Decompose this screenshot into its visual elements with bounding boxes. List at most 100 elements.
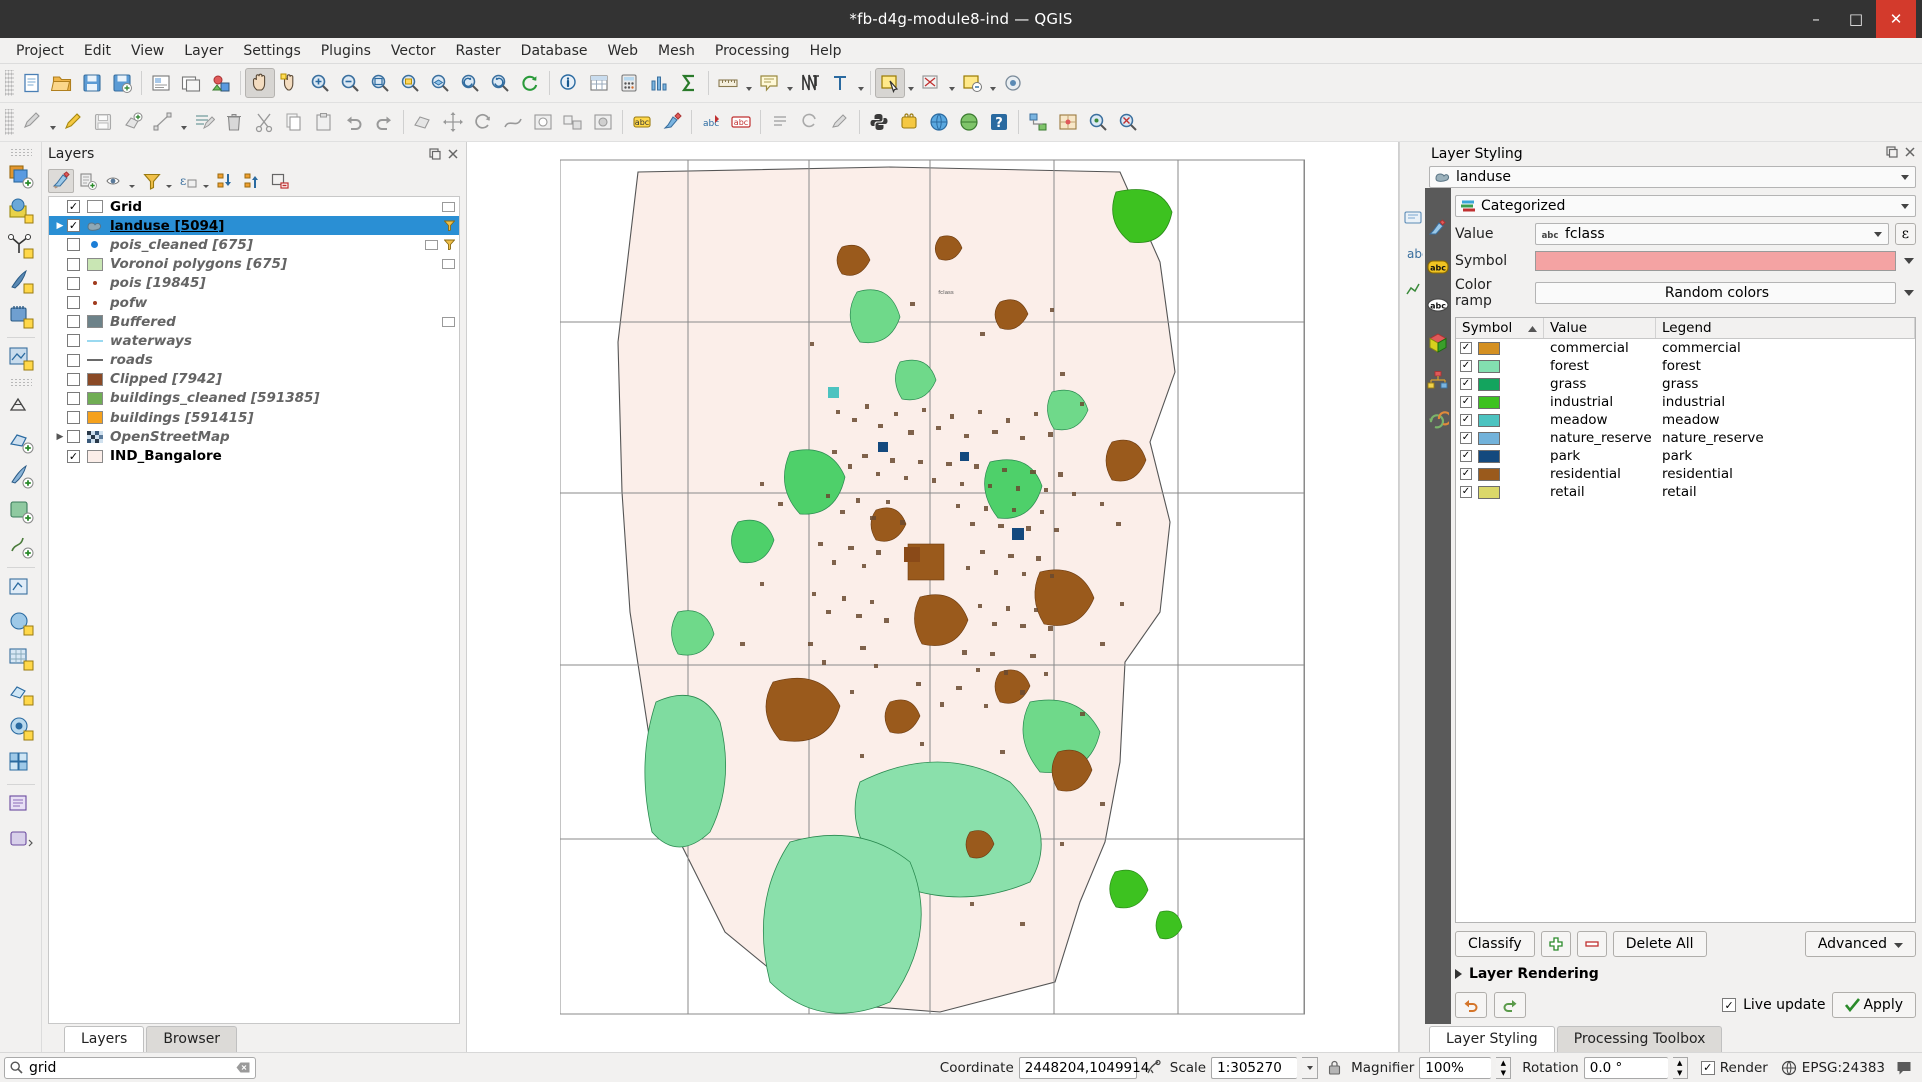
select-expression-caret-icon[interactable] [987,68,998,98]
layer-tree-item[interactable]: Buffered [49,312,459,331]
category-value-cell[interactable]: retail [1544,484,1656,500]
redo-style-button[interactable] [1494,992,1526,1018]
category-value-cell[interactable]: forest [1544,358,1656,374]
add-raster-layer-icon[interactable] [4,194,38,228]
add-delimited-text-layer-icon[interactable] [4,229,38,263]
category-checkbox[interactable]: ✓ [1460,486,1472,498]
paste-features-icon[interactable] [309,107,339,137]
category-value-cell[interactable]: industrial [1544,394,1656,410]
category-value-cell[interactable]: meadow [1544,412,1656,428]
symbol-preview[interactable] [1535,251,1896,271]
add-wfs-layer-icon[interactable] [4,676,38,710]
new-print-layout-icon[interactable] [146,68,176,98]
category-row[interactable]: ✓ meadow meadow [1456,411,1915,429]
category-legend-cell[interactable]: forest [1656,358,1915,374]
measure-line-icon[interactable] [713,68,743,98]
remove-category-button[interactable] [1576,931,1607,957]
layer-tree-item[interactable]: ✓ Grid [49,197,459,216]
metasearch-icon[interactable] [954,107,984,137]
simplify-feature-icon[interactable] [498,107,528,137]
category-legend-cell[interactable]: industrial [1656,394,1915,410]
add-vector-layer-icon[interactable] [4,159,38,193]
category-checkbox[interactable]: ✓ [1460,378,1472,390]
category-row[interactable]: ✓ commercial commercial [1456,339,1915,357]
vtoolbar-grip[interactable] [9,148,32,156]
category-checkbox[interactable]: ✓ [1460,468,1472,480]
text-annotation-icon[interactable] [825,68,855,98]
save-project-as-icon[interactable] [107,68,137,98]
layer-visibility-checkbox[interactable] [67,315,80,329]
layer-visibility-checkbox[interactable] [67,411,80,425]
column-symbol[interactable]: Symbol [1456,318,1544,338]
zoom-in-icon[interactable] [305,68,335,98]
category-color-swatch[interactable] [1478,413,1500,427]
open-attribute-table-icon[interactable] [584,68,614,98]
layer-tree-item[interactable]: waterways [49,331,459,350]
close-styling-panel-icon[interactable] [1904,146,1916,162]
apply-button[interactable]: Apply [1832,992,1916,1018]
masks-icon[interactable]: abc [1427,294,1449,316]
layer-visibility-checkbox[interactable] [67,296,80,310]
add-ring-icon[interactable] [528,107,558,137]
deselect-dropdown-caret-icon[interactable] [946,68,957,98]
rotate-label-icon[interactable] [795,107,825,137]
symbology-icon[interactable] [1427,218,1449,240]
category-row[interactable]: ✓ nature_reserve nature_reserve [1456,429,1915,447]
close-button[interactable]: ✕ [1876,0,1916,38]
color-ramp-caret-icon[interactable] [1902,290,1916,296]
maptips-dropdown-caret-icon[interactable] [784,68,795,98]
menu-project[interactable]: Project [6,40,74,62]
menu-raster[interactable]: Raster [446,40,511,62]
sum-icon[interactable] [674,68,704,98]
menu-edit[interactable]: Edit [74,40,121,62]
pin-labels-icon[interactable]: abc [696,107,726,137]
tab-browser[interactable]: Browser [146,1026,238,1052]
crs-icon[interactable] [1781,1060,1797,1076]
value-field-combo[interactable]: abc fclass [1535,223,1889,245]
delete-selected-icon[interactable] [219,107,249,137]
category-value-cell[interactable]: grass [1544,376,1656,392]
maximize-button[interactable]: □ [1836,0,1876,38]
zoom-to-native-icon[interactable] [1113,107,1143,137]
category-row[interactable]: ✓ forest forest [1456,357,1915,375]
collapse-all-icon[interactable] [240,169,266,193]
layer-selector-caret-icon[interactable] [1897,175,1913,180]
rotation-field[interactable]: 0.0 ° [1583,1056,1668,1079]
move-feature-icon[interactable] [438,107,468,137]
cut-features-icon[interactable] [249,107,279,137]
live-update-checkbox[interactable]: ✓ [1722,998,1737,1012]
category-value-cell[interactable]: park [1544,448,1656,464]
identify-features-icon[interactable] [554,68,584,98]
layer-tree-item[interactable]: Voronoi polygons [675] [49,255,459,274]
locator-search-box[interactable]: grid [4,1056,256,1079]
expression-dropdown-caret-icon[interactable] [203,169,212,193]
add-wcs-layer-icon[interactable] [4,641,38,675]
category-color-swatch[interactable] [1478,359,1500,373]
add-xyz-layer-icon[interactable] [4,746,38,780]
add-postgis-layer-icon[interactable] [4,299,38,333]
measure-dropdown-caret-icon[interactable] [743,68,754,98]
layer-edit-indicator-icon[interactable] [442,316,455,327]
current-edits-icon[interactable] [17,107,47,137]
category-color-swatch[interactable] [1478,485,1500,499]
zoom-selected-feature-icon[interactable] [1083,107,1113,137]
deselect-features-icon[interactable] [916,68,946,98]
style-layer-icon[interactable] [657,107,687,137]
category-legend-cell[interactable]: grass [1656,376,1915,392]
layer-tree-item[interactable]: buildings [591415] [49,408,459,427]
category-legend-cell[interactable]: nature_reserve [1656,430,1915,446]
layer-tree-item[interactable]: ▶ ✓ landuse [5094] [49,216,459,236]
classify-button[interactable]: Classify [1455,931,1535,957]
menu-view[interactable]: View [121,40,174,62]
layout-manager-icon[interactable] [176,68,206,98]
category-value-cell[interactable]: nature_reserve [1544,430,1656,446]
new-geopackage-icon[interactable] [4,494,38,528]
processing-model-icon[interactable] [1023,107,1053,137]
layer-edit-indicator-icon[interactable] [442,201,455,212]
renderer-combo[interactable]: Categorized [1455,195,1916,217]
pan-to-selection-icon[interactable] [275,68,305,98]
search-input[interactable]: grid [29,1060,230,1076]
close-panel-icon[interactable] [446,147,460,161]
symbol-caret-icon[interactable] [1902,258,1916,264]
move-label-icon[interactable] [765,107,795,137]
